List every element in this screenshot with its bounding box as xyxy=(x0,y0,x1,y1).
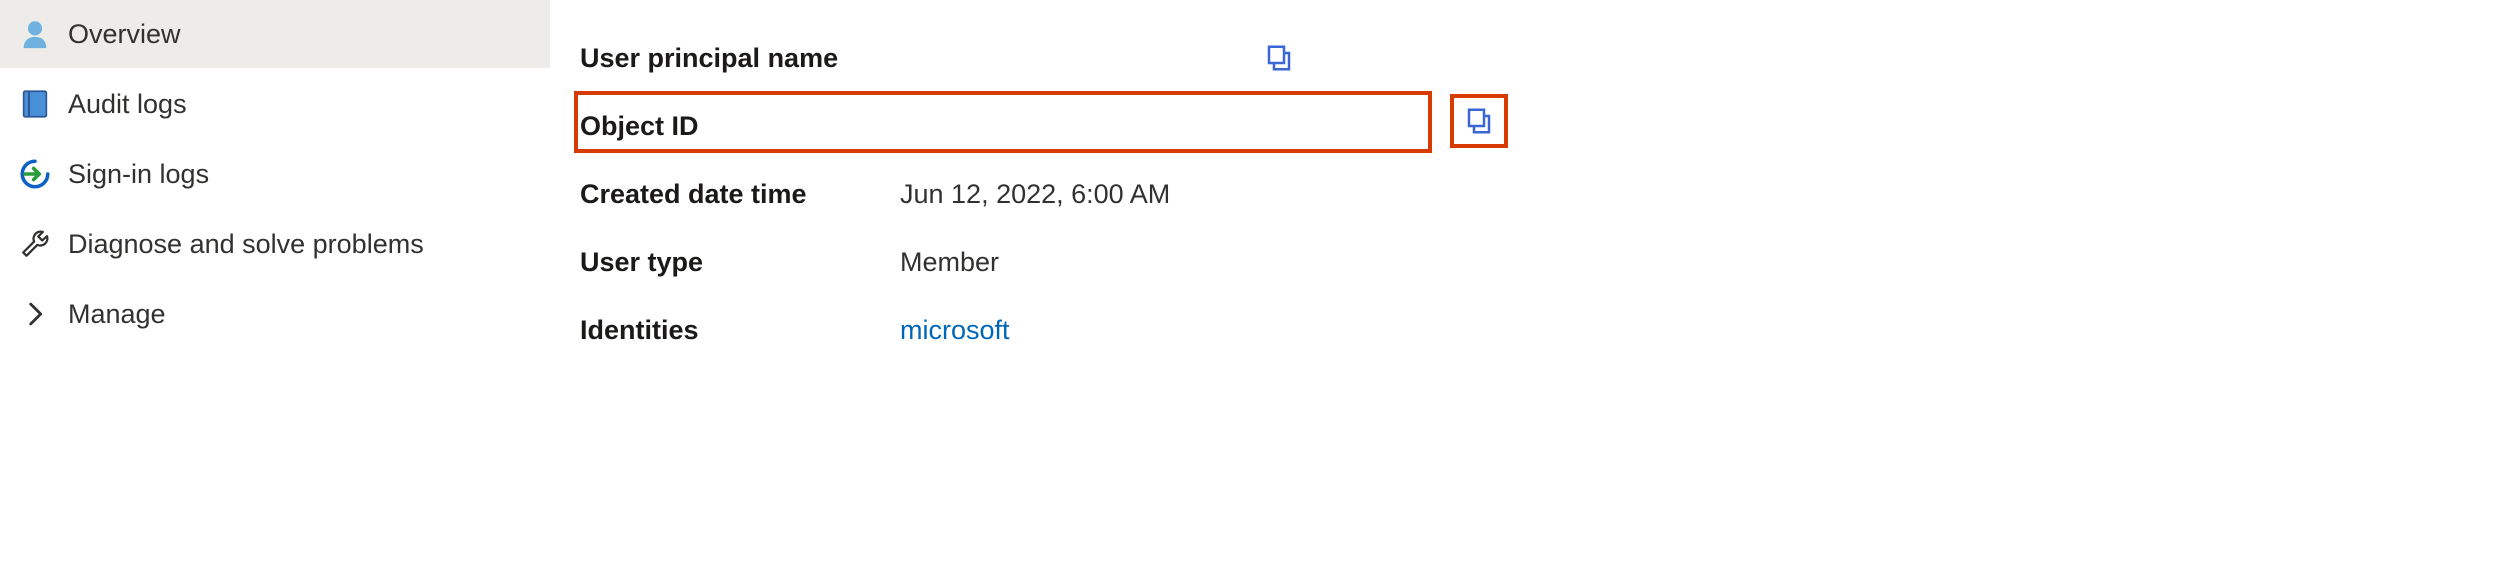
property-label: Object ID xyxy=(580,111,900,142)
copy-button[interactable] xyxy=(1460,102,1498,140)
property-created-date-time: Created date time Jun 12, 2022, 6:00 AM xyxy=(580,160,2514,228)
copy-icon xyxy=(1264,43,1294,73)
property-label: User principal name xyxy=(580,43,900,74)
sidebar-item-label: Sign-in logs xyxy=(68,159,209,190)
signin-icon xyxy=(18,157,52,191)
property-user-type: User type Member xyxy=(580,228,2514,296)
wrench-icon xyxy=(18,227,52,261)
sidebar-item-manage[interactable]: Manage xyxy=(0,280,550,348)
property-label: User type xyxy=(580,247,900,278)
sidebar-item-diagnose[interactable]: Diagnose and solve problems xyxy=(0,210,550,278)
property-label: Created date time xyxy=(580,179,900,210)
person-icon xyxy=(18,17,52,51)
property-value: Jun 12, 2022, 6:00 AM xyxy=(900,179,1170,210)
sidebar-item-label: Manage xyxy=(68,299,166,330)
sidebar-item-overview[interactable]: Overview xyxy=(0,0,550,68)
book-icon xyxy=(18,87,52,121)
copy-icon xyxy=(1464,106,1494,136)
sidebar-item-label: Overview xyxy=(68,19,181,50)
property-identities: Identities microsoft xyxy=(580,296,2514,364)
property-value: Member xyxy=(900,247,999,278)
sidebar: Overview Audit logs Sign-in logs xyxy=(0,0,550,566)
copy-button[interactable] xyxy=(1260,39,1298,77)
main-content: User principal name Object ID xyxy=(550,0,2514,566)
property-object-id: Object ID xyxy=(580,92,2514,160)
property-user-principal-name: User principal name xyxy=(580,24,2514,92)
sidebar-item-label: Diagnose and solve problems xyxy=(68,229,424,260)
sidebar-item-audit-logs[interactable]: Audit logs xyxy=(0,70,550,138)
highlight-copy-box xyxy=(1450,94,1508,148)
sidebar-item-signin-logs[interactable]: Sign-in logs xyxy=(0,140,550,208)
sidebar-item-label: Audit logs xyxy=(68,89,187,120)
property-label: Identities xyxy=(580,315,900,346)
chevron-right-icon xyxy=(18,297,52,331)
property-value-link[interactable]: microsoft xyxy=(900,315,1010,346)
